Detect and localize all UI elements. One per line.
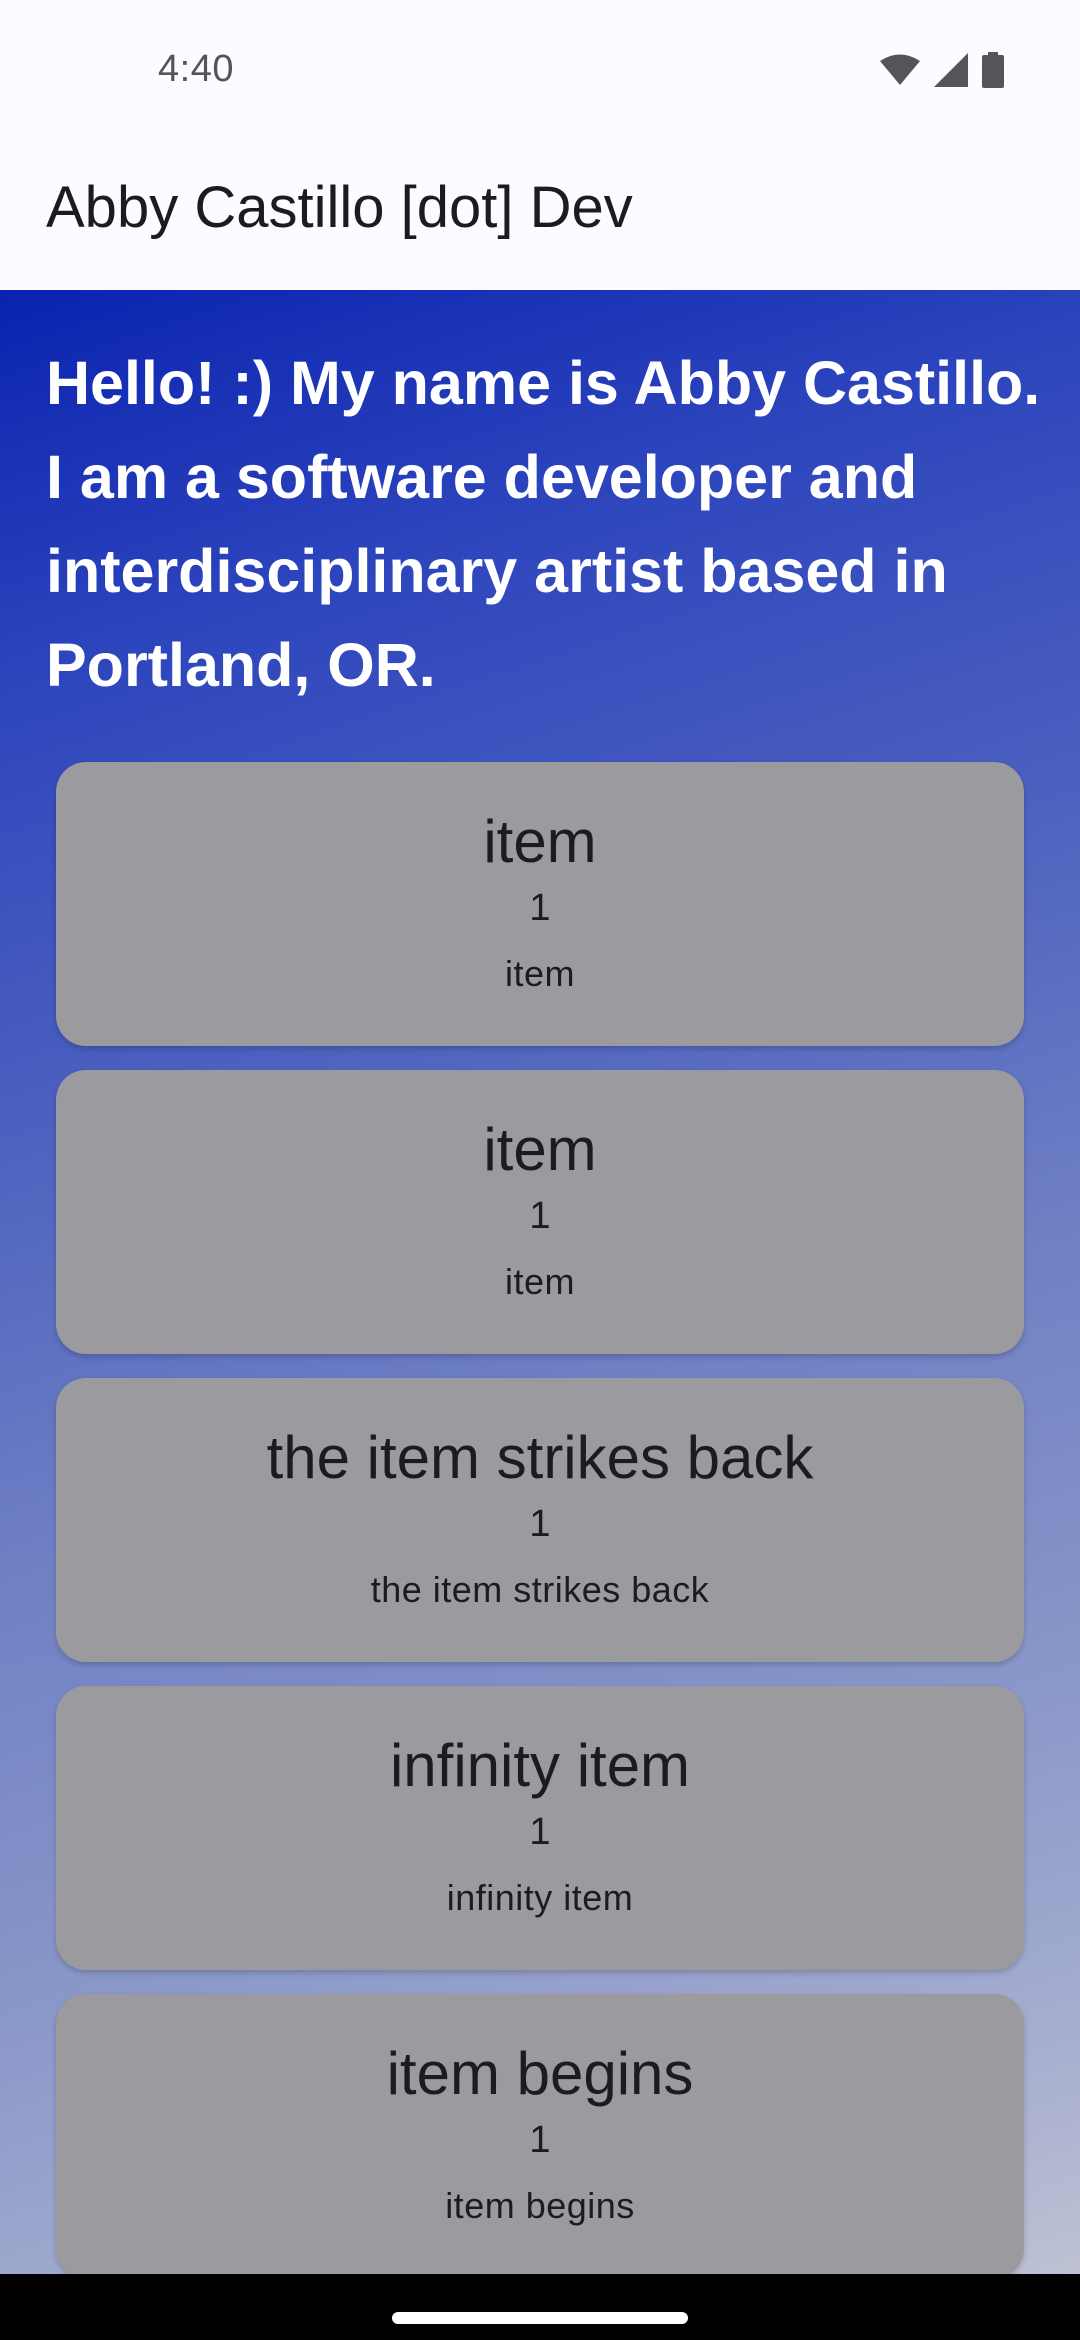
- item-card[interactable]: the item strikes back 1 the item strikes…: [56, 1378, 1024, 1662]
- item-card[interactable]: item begins 1 item begins: [56, 1994, 1024, 2274]
- item-card-title: item: [483, 808, 597, 875]
- home-gesture-handle[interactable]: [392, 2312, 688, 2324]
- item-card-subtitle: the item strikes back: [370, 1569, 710, 1610]
- item-card[interactable]: item 1 item: [56, 762, 1024, 1046]
- system-navigation-bar: [0, 2274, 1080, 2340]
- item-card-count: 1: [529, 1811, 551, 1853]
- item-card-subtitle: item: [504, 953, 575, 994]
- status-bar: 4:40: [0, 0, 1080, 140]
- cellular-signal-icon: [934, 53, 968, 87]
- app-title: Abby Castillo [dot] Dev: [46, 175, 633, 240]
- item-card-count: 1: [529, 1195, 551, 1237]
- item-card-subtitle: item: [504, 1261, 575, 1302]
- app-screen: 4:40 Abby Castillo [dot] Dev Hello!:) M…: [0, 0, 1080, 2340]
- app-bar: Abby Castillo [dot] Dev: [0, 140, 1080, 290]
- item-card-count: 1: [529, 1503, 551, 1545]
- main-content[interactable]: Hello! :) My name is Abby Castillo. I am…: [0, 290, 1080, 2274]
- item-card-subtitle: infinity item: [446, 1877, 634, 1918]
- item-list[interactable]: item 1 item item 1 item the item strikes…: [56, 762, 1024, 2274]
- item-card-subtitle: item begins: [445, 2185, 635, 2226]
- item-card-title: infinity item: [389, 1732, 691, 1799]
- item-card-title: the item strikes back: [266, 1424, 814, 1491]
- status-icons: [880, 52, 1004, 88]
- battery-icon: [982, 52, 1004, 88]
- wifi-icon: [880, 54, 920, 86]
- item-card-count: 1: [529, 887, 551, 929]
- intro-text: Hello! :) My name is Abby Castillo. I am…: [46, 349, 1041, 699]
- status-time: 4:40: [158, 48, 234, 90]
- item-card-title: item begins: [386, 2040, 694, 2107]
- item-card-count: 1: [529, 2119, 551, 2161]
- item-card[interactable]: infinity item 1 infinity item: [56, 1686, 1024, 1970]
- item-card[interactable]: item 1 item: [56, 1070, 1024, 1354]
- item-card-title: item: [483, 1116, 597, 1183]
